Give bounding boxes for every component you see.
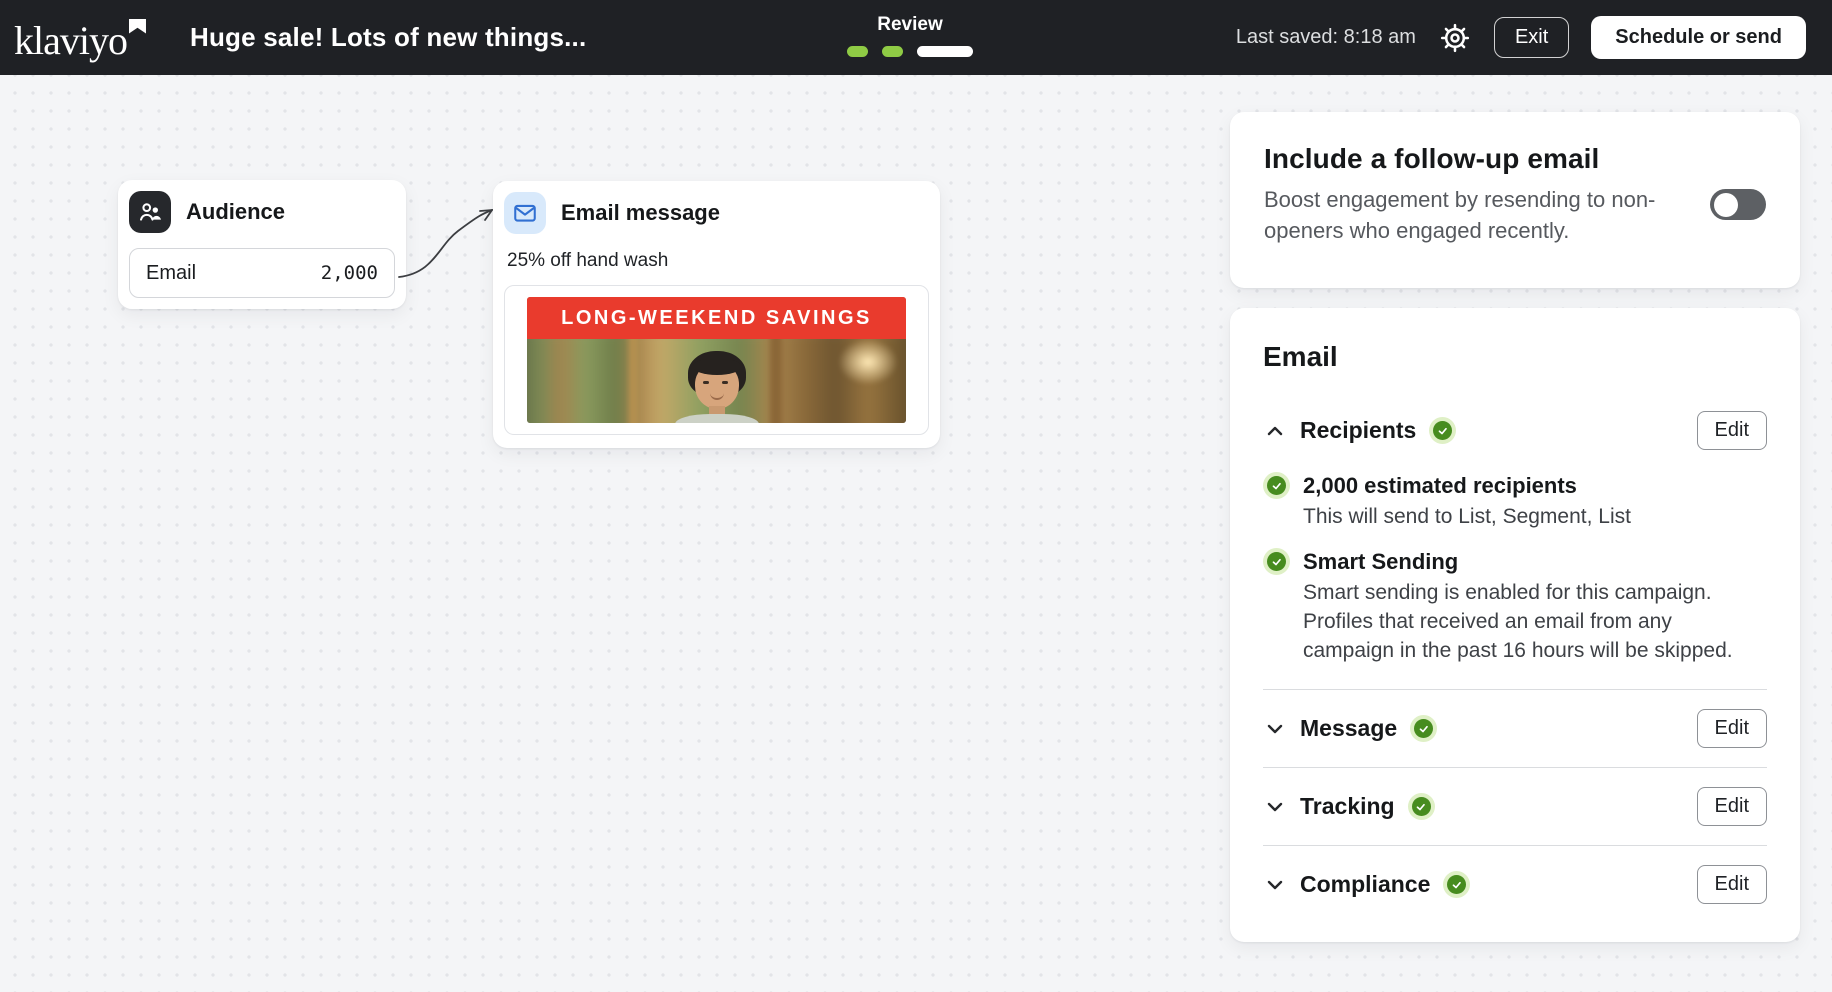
email-hero-photo [527, 339, 906, 423]
smart-sending-title: Smart Sending [1303, 548, 1767, 575]
step-pill-2[interactable] [882, 46, 903, 57]
followup-email-card: Include a follow-up email Boost engageme… [1230, 112, 1800, 288]
edit-recipients-button[interactable]: Edit [1697, 411, 1767, 450]
section-row-message: Message Edit [1263, 690, 1767, 767]
estimated-recipients-title: 2,000 estimated recipients [1303, 472, 1631, 499]
exit-button[interactable]: Exit [1494, 17, 1569, 58]
email-preview-thumbnail[interactable]: LONG-WEEKEND SAVINGS [504, 285, 929, 435]
section-toggle-compliance[interactable]: Compliance [1263, 871, 1470, 898]
email-message-node[interactable]: Email message 25% off hand wash LONG-WEE… [493, 181, 940, 448]
step-pill-1[interactable] [847, 46, 868, 57]
edit-message-button[interactable]: Edit [1697, 709, 1767, 748]
header-actions: Last saved: 8:18 am Exit Schedule or sen… [1236, 16, 1806, 59]
smart-sending-item: Smart Sending Smart sending is enabled f… [1263, 548, 1767, 665]
klaviyo-logo[interactable]: klaviyo [14, 15, 146, 61]
followup-toggle[interactable] [1710, 189, 1766, 220]
klaviyo-flag-icon [129, 19, 146, 34]
banner-text: LONG-WEEKEND SAVINGS [561, 307, 872, 330]
chevron-up-icon [1263, 419, 1287, 443]
chevron-down-icon [1263, 717, 1287, 741]
section-row-recipients: Recipients Edit [1263, 411, 1767, 450]
section-label: Recipients [1300, 417, 1416, 444]
estimated-recipients-item: 2,000 estimated recipients This will sen… [1263, 472, 1767, 531]
recipients-details: 2,000 estimated recipients This will sen… [1263, 472, 1767, 665]
flow-connector-arrow [392, 196, 508, 292]
audience-recipient-count: 2,000 [321, 262, 378, 284]
step-pills [847, 46, 973, 57]
people-icon [137, 199, 163, 225]
campaign-title: Huge sale! Lots of new things... [190, 22, 586, 53]
photo-person [662, 351, 772, 423]
section-label: Compliance [1300, 871, 1430, 898]
section-label: Message [1300, 715, 1397, 742]
status-complete-icon [1429, 417, 1456, 444]
smart-sending-description: Smart sending is enabled for this campai… [1303, 578, 1767, 665]
gear-icon [1439, 22, 1471, 54]
edit-compliance-button[interactable]: Edit [1697, 865, 1767, 904]
email-review-panel: Email Recipients Edit 2,000 estimated re… [1230, 308, 1800, 942]
section-toggle-message[interactable]: Message [1263, 715, 1437, 742]
followup-title: Include a follow-up email [1264, 143, 1684, 175]
campaign-flow-canvas[interactable]: Audience Email 2,000 Email message 25% o… [0, 75, 1832, 992]
top-bar: klaviyo Huge sale! Lots of new things...… [0, 0, 1832, 75]
email-subject-line: 25% off hand wash [507, 250, 929, 272]
email-node-title: Email message [561, 200, 720, 226]
section-row-tracking: Tracking Edit [1263, 768, 1767, 845]
review-panel-title: Email [1263, 341, 1767, 373]
audience-email-row[interactable]: Email 2,000 [129, 248, 395, 298]
step-label: Review [877, 14, 942, 36]
settings-button[interactable] [1438, 21, 1472, 55]
status-complete-icon [1443, 871, 1470, 898]
email-hero-banner: LONG-WEEKEND SAVINGS [527, 297, 906, 339]
audience-node[interactable]: Audience Email 2,000 [118, 180, 406, 309]
audience-channel-label: Email [146, 262, 196, 285]
toggle-knob [1714, 193, 1738, 217]
klaviyo-wordmark: klaviyo [14, 15, 127, 61]
estimated-recipients-description: This will send to List, Segment, List [1303, 502, 1631, 531]
status-complete-icon [1408, 793, 1435, 820]
section-label: Tracking [1300, 793, 1395, 820]
section-toggle-recipients[interactable]: Recipients [1263, 417, 1456, 444]
email-icon-box [504, 192, 546, 234]
audience-icon-box [129, 191, 171, 233]
chevron-down-icon [1263, 795, 1287, 819]
schedule-or-send-button[interactable]: Schedule or send [1591, 16, 1806, 59]
status-complete-icon [1410, 715, 1437, 742]
step-pill-3-current[interactable] [917, 46, 973, 57]
check-circle-icon [1263, 548, 1290, 575]
audience-node-title: Audience [186, 199, 285, 225]
email-preview-image: LONG-WEEKEND SAVINGS [527, 297, 906, 423]
chevron-down-icon [1263, 873, 1287, 897]
edit-tracking-button[interactable]: Edit [1697, 787, 1767, 826]
section-row-compliance: Compliance Edit [1263, 846, 1767, 923]
followup-description: Boost engagement by resending to non-ope… [1264, 184, 1684, 246]
last-saved-text: Last saved: 8:18 am [1236, 26, 1416, 49]
check-circle-icon [1263, 472, 1290, 499]
envelope-icon [512, 200, 538, 226]
section-toggle-tracking[interactable]: Tracking [1263, 793, 1435, 820]
step-progress: Review [847, 14, 973, 57]
